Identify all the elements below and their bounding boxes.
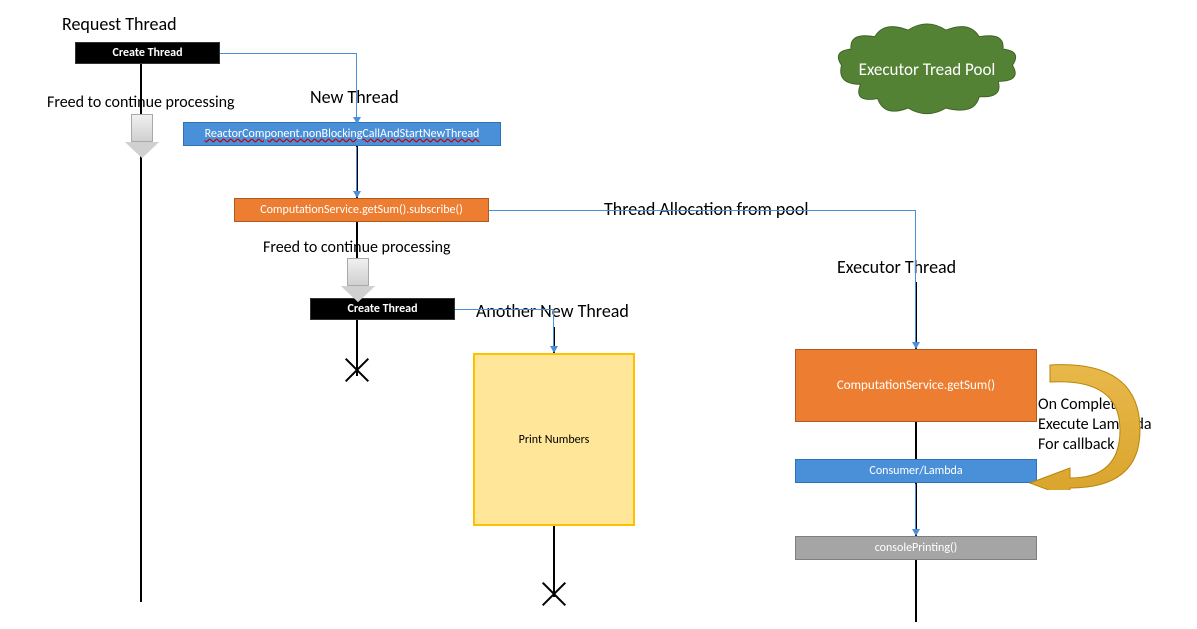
conn-rc-cs	[356, 147, 357, 192]
consumer-lambda-box: Consumer/Lambda	[795, 459, 1037, 483]
reactor-component-text: ReactorComponent.nonBlockingCallAndStart…	[205, 127, 480, 141]
x-mark-another-thread	[540, 580, 568, 608]
conn-ct2-h	[455, 309, 554, 310]
conn-ct1-v	[356, 53, 357, 118]
cloud-text: Executor Tread Pool	[859, 60, 996, 80]
executor-thread-title: Executor Thread	[837, 256, 956, 278]
big-arrow-freed-1	[125, 114, 159, 158]
x-mark-new-thread	[343, 356, 371, 384]
console-printing-box: consolePrinting()	[795, 536, 1037, 560]
computation-getsum-box: ComputationService.getSum()	[795, 349, 1037, 422]
conn-cs-h	[489, 210, 916, 211]
create-thread-box-2: Create Thread	[310, 298, 455, 320]
conn-ct2-v	[553, 309, 554, 347]
reactor-component-box: ReactorComponent.nonBlockingCallAndStart…	[183, 122, 501, 146]
print-numbers-box: Print Numbers	[473, 353, 635, 526]
thread-allocation-label: Thread Allocation from pool	[604, 198, 809, 220]
conn-lambda-console	[915, 484, 916, 530]
conn-cs-v	[915, 210, 916, 343]
curved-arrow-callback	[1025, 360, 1145, 490]
request-thread-title: Request Thread	[62, 13, 177, 35]
new-thread-title: New Thread	[310, 86, 399, 108]
executor-pool-cloud: Executor Tread Pool	[832, 20, 1022, 120]
conn-ct1-h	[220, 53, 357, 54]
create-thread-box-1: Create Thread	[75, 42, 220, 64]
big-arrow-freed-2	[341, 258, 375, 302]
computation-subscribe-box: ComputationService.getSum().subscribe()	[234, 198, 489, 222]
